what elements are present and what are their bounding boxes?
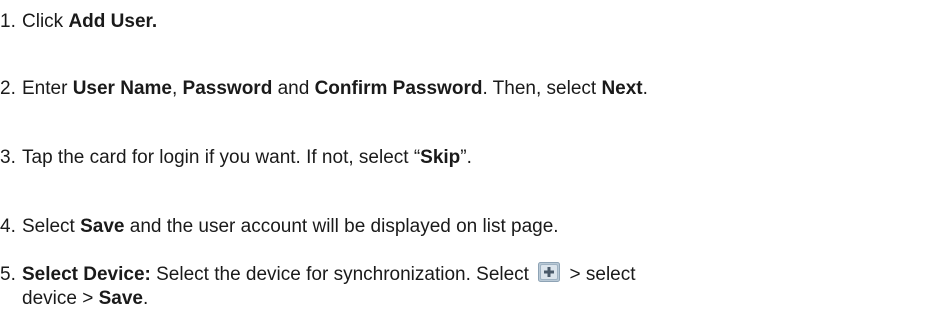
step-text: ”. bbox=[460, 147, 472, 168]
skip-label: Skip bbox=[420, 147, 461, 168]
save-label: Save bbox=[80, 216, 125, 237]
step-text: Select the device for synchronization. S… bbox=[150, 264, 535, 285]
step-text: and the user account will be displayed o… bbox=[124, 216, 559, 237]
step-1: 1. Click Add User. bbox=[0, 10, 157, 34]
step-text: Tap the card for login if you want. If n… bbox=[22, 147, 421, 168]
step-text: . bbox=[142, 288, 149, 309]
step-3: 3. Tap the card for login if you want. If… bbox=[0, 146, 472, 170]
step-4: 4. Select Save and the user account will … bbox=[0, 215, 559, 239]
step-number: 2. bbox=[0, 78, 16, 99]
step-number: 5. bbox=[0, 264, 16, 285]
step-5-continuation: device > Save. bbox=[22, 287, 148, 311]
step-text: . bbox=[642, 78, 648, 99]
user-name-label: User Name bbox=[72, 78, 172, 99]
step-number: 4. bbox=[0, 216, 16, 237]
password-label: Password bbox=[182, 78, 273, 99]
step-2: 2. Enter User Name, Password and Confirm … bbox=[0, 77, 648, 101]
step-text: Select bbox=[22, 216, 81, 237]
step-text: . Then, select bbox=[482, 78, 602, 99]
select-device-label: Select Device: bbox=[22, 264, 151, 285]
step-5: 5. Select Device: Select the device for s… bbox=[0, 262, 636, 287]
step-text: and bbox=[272, 78, 315, 99]
save-label: Save bbox=[98, 288, 143, 309]
add-user-label: Add User. bbox=[68, 11, 158, 32]
add-device-icon bbox=[538, 262, 561, 282]
step-number: 1. bbox=[0, 11, 16, 32]
step-text: Click bbox=[22, 11, 69, 32]
step-number: 3. bbox=[0, 147, 16, 168]
step-text: device > bbox=[22, 288, 99, 309]
step-text: Enter bbox=[22, 78, 73, 99]
step-text: , bbox=[171, 78, 183, 99]
step-text: > select bbox=[564, 264, 636, 285]
confirm-password-label: Confirm Password bbox=[314, 78, 483, 99]
next-label: Next bbox=[601, 78, 643, 99]
